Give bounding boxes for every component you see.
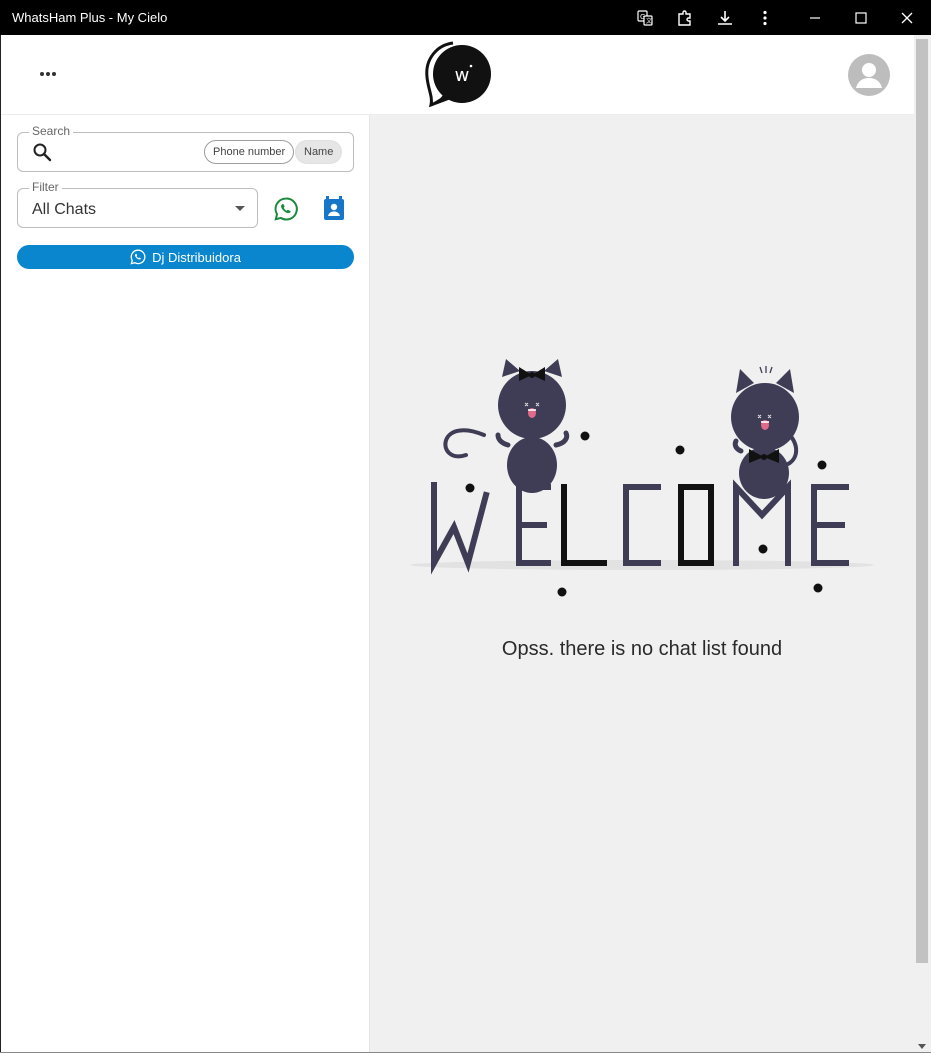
- empty-chat-message: Opss. there is no chat list found: [501, 638, 783, 660]
- welcome-letters: [431, 479, 849, 575]
- whatsapp-icon: [274, 197, 298, 221]
- search-field[interactable]: Search Phone number Name: [17, 124, 354, 172]
- contact-book-icon: [324, 196, 344, 220]
- app-logo: w: [423, 39, 495, 111]
- app-header: w: [1, 35, 914, 115]
- logo-letter: w: [455, 65, 470, 86]
- extensions-icon[interactable]: [665, 0, 705, 35]
- search-icon: [32, 142, 52, 167]
- filter-value: All Chats: [32, 201, 97, 218]
- svg-text:文: 文: [646, 17, 652, 25]
- name-chip[interactable]: Name: [295, 140, 343, 164]
- filter-label: Filter: [29, 180, 62, 194]
- account-button-label: Dj Distribuidora: [152, 249, 241, 265]
- whatsapp-filter-button[interactable]: [273, 196, 299, 222]
- phone-number-chip[interactable]: Phone number: [204, 140, 295, 164]
- scrollbar-thumb[interactable]: [916, 39, 928, 963]
- translate-icon[interactable]: G文: [625, 0, 665, 35]
- chevron-down-icon: [235, 206, 245, 211]
- account-icon: [856, 63, 882, 88]
- chat-main-panel: Opss. there is no chat list found: [370, 115, 914, 1052]
- browser-menu-icon[interactable]: [745, 0, 785, 35]
- avatar[interactable]: [848, 54, 890, 96]
- filter-select[interactable]: Filter All Chats: [17, 180, 258, 228]
- scroll-down-arrow-icon[interactable]: [918, 1044, 926, 1049]
- maximize-icon[interactable]: [841, 0, 881, 35]
- right-cat-figure: [731, 366, 799, 499]
- contacts-button[interactable]: [322, 196, 346, 222]
- window-title: WhatsHam Plus - My Cielo: [12, 10, 168, 25]
- more-options-button[interactable]: [33, 59, 63, 89]
- window-titlebar: WhatsHam Plus - My Cielo G文: [0, 0, 931, 35]
- left-cat-figure: [443, 359, 570, 493]
- download-icon[interactable]: [705, 0, 745, 35]
- chat-sidebar: Search Phone number Name Filter All Chat…: [1, 115, 370, 1052]
- account-dj-distribuidora-button[interactable]: Dj Distribuidora: [17, 245, 354, 269]
- whatsapp-icon: [130, 249, 146, 265]
- close-icon[interactable]: [887, 0, 927, 35]
- more-horizontal-icon: [40, 72, 56, 76]
- minimize-icon[interactable]: [795, 0, 835, 35]
- search-label: Search: [29, 124, 74, 138]
- app-root: w Search Phone number Name Filter All Ch…: [1, 35, 914, 1052]
- vertical-scrollbar[interactable]: [914, 35, 931, 1052]
- welcome-illustration: [406, 355, 876, 615]
